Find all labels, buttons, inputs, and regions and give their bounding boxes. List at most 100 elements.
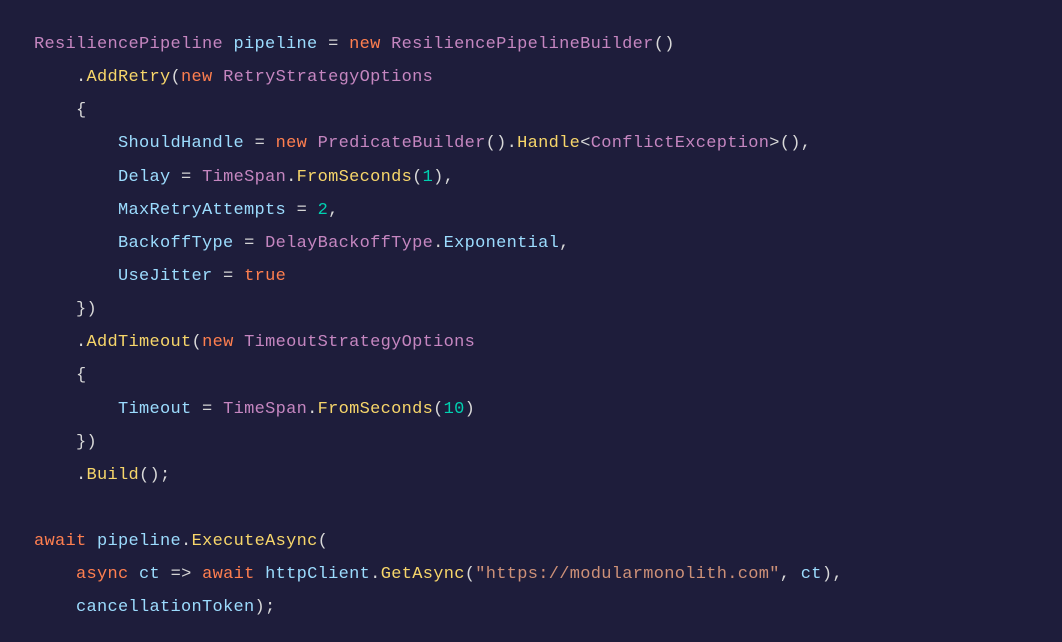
- code-token: [87, 532, 98, 551]
- code-token: new: [276, 134, 308, 153]
- code-token: Build: [87, 466, 140, 485]
- code-line: }): [34, 300, 97, 319]
- code-token: .: [34, 68, 87, 87]
- code-line: .AddTimeout(new TimeoutStrategyOptions: [34, 333, 475, 352]
- code-token: [286, 201, 297, 220]
- code-token: .: [286, 168, 297, 187]
- code-token: GetAsync: [381, 565, 465, 584]
- code-token: [213, 267, 224, 286]
- code-token: [34, 565, 76, 584]
- code-token: =: [297, 201, 308, 220]
- code-token: (: [192, 333, 203, 352]
- code-token: new: [202, 333, 234, 352]
- code-token: =>: [171, 565, 192, 584]
- code-token: AddTimeout: [87, 333, 192, 352]
- code-token: =: [255, 134, 266, 153]
- code-token: 2: [318, 201, 329, 220]
- code-token: FromSeconds: [297, 168, 413, 187]
- code-content: ResiliencePipeline pipeline = new Resili…: [34, 35, 843, 617]
- code-token: httpClient: [265, 565, 370, 584]
- code-line: UseJitter = true: [34, 267, 286, 286]
- code-line: Timeout = TimeSpan.FromSeconds(10): [34, 400, 475, 419]
- code-token: await: [34, 532, 87, 551]
- code-token: [265, 134, 276, 153]
- code-token: [234, 234, 245, 253]
- code-token: [234, 267, 245, 286]
- code-token: <: [580, 134, 591, 153]
- code-token: ,: [559, 234, 570, 253]
- code-token: true: [244, 267, 286, 286]
- code-token: [234, 333, 245, 352]
- code-token: .: [181, 532, 192, 551]
- code-token: async: [76, 565, 129, 584]
- code-token: "https://modularmonolith.com": [475, 565, 780, 584]
- code-token: >(),: [769, 134, 811, 153]
- code-token: TimeoutStrategyOptions: [244, 333, 475, 352]
- code-token: (: [412, 168, 423, 187]
- code-token: [34, 267, 118, 286]
- code-token: ),: [433, 168, 454, 187]
- code-token: [34, 134, 118, 153]
- code-token: =: [181, 168, 192, 187]
- code-token: [307, 201, 318, 220]
- code-line: async ct => await httpClient.GetAsync("h…: [34, 565, 843, 584]
- code-token: [339, 35, 350, 54]
- code-line: BackoffType = DelayBackoffType.Exponenti…: [34, 234, 570, 253]
- code-token: .: [34, 333, 87, 352]
- code-token: Exponential: [444, 234, 560, 253]
- code-token: [129, 565, 140, 584]
- code-token: await: [202, 565, 255, 584]
- code-token: ,: [780, 565, 801, 584]
- code-token: (: [433, 400, 444, 419]
- code-token: AddRetry: [87, 68, 171, 87]
- code-token: [192, 565, 203, 584]
- code-line: ResiliencePipeline pipeline = new Resili…: [34, 35, 675, 54]
- code-token: =: [223, 267, 234, 286]
- code-token: [213, 68, 224, 87]
- code-line: {: [34, 101, 87, 120]
- code-token: {: [34, 366, 87, 385]
- code-token: [171, 168, 182, 187]
- code-token: FromSeconds: [318, 400, 434, 419]
- code-token: ();: [139, 466, 171, 485]
- code-token: =: [328, 35, 339, 54]
- code-token: =: [202, 400, 213, 419]
- code-token: .: [370, 565, 381, 584]
- code-token: [34, 400, 118, 419]
- code-token: TimeSpan: [202, 168, 286, 187]
- code-token: [318, 35, 329, 54]
- code-token: ResiliencePipelineBuilder: [391, 35, 654, 54]
- code-line: MaxRetryAttempts = 2,: [34, 201, 339, 220]
- code-token: Delay: [118, 168, 171, 187]
- code-token: BackoffType: [118, 234, 234, 253]
- code-token: ShouldHandle: [118, 134, 244, 153]
- code-token: .: [433, 234, 444, 253]
- code-token: ().: [486, 134, 518, 153]
- code-token: MaxRetryAttempts: [118, 201, 286, 220]
- code-token: ): [465, 400, 476, 419]
- code-token: [192, 168, 203, 187]
- code-token: TimeSpan: [223, 400, 307, 419]
- code-token: ExecuteAsync: [192, 532, 318, 551]
- code-line: await pipeline.ExecuteAsync(: [34, 532, 328, 551]
- code-line: {: [34, 366, 87, 385]
- code-token: Timeout: [118, 400, 192, 419]
- code-token: [34, 234, 118, 253]
- code-line: }): [34, 433, 97, 452]
- code-token: ),: [822, 565, 843, 584]
- code-token: .: [307, 400, 318, 419]
- code-token: RetryStrategyOptions: [223, 68, 433, 87]
- code-token: );: [255, 598, 276, 617]
- code-token: ct: [801, 565, 822, 584]
- code-token: [307, 134, 318, 153]
- code-line: .Build();: [34, 466, 171, 485]
- code-token: new: [349, 35, 381, 54]
- code-token: ResiliencePipeline: [34, 35, 223, 54]
- code-line: Delay = TimeSpan.FromSeconds(1),: [34, 168, 454, 187]
- code-token: (): [654, 35, 675, 54]
- code-token: [34, 168, 118, 187]
- code-token: [244, 134, 255, 153]
- code-token: [223, 35, 234, 54]
- code-token: UseJitter: [118, 267, 213, 286]
- code-token: pipeline: [97, 532, 181, 551]
